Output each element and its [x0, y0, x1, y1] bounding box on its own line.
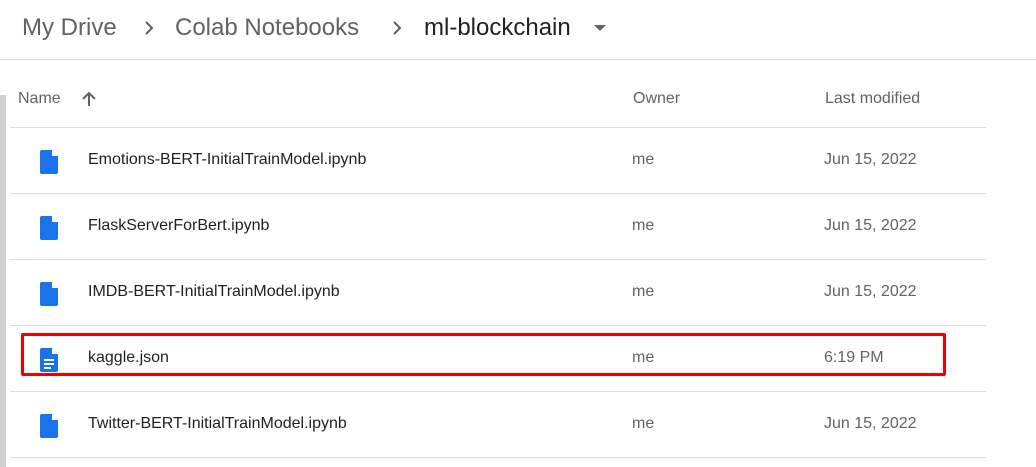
table-row[interactable]: Emotions-BERT-InitialTrainModel.ipynb me… [10, 128, 986, 194]
file-last-modified: Jun 15, 2022 [824, 217, 917, 234]
column-header-owner: Owner [633, 90, 681, 107]
table-row[interactable]: kaggle.json me 6:19 PM [10, 326, 986, 392]
file-last-modified: Jun 15, 2022 [824, 283, 917, 300]
table-row[interactable]: IMDB-BERT-InitialTrainModel.ipynb me Jun… [10, 260, 986, 326]
file-name: FlaskServerForBert.ipynb [88, 217, 270, 234]
drive-folder-view: My Drive Colab Notebooks ml-blockchain N… [0, 0, 1036, 467]
chevron-right-icon [145, 21, 154, 35]
table-row[interactable]: FlaskServerForBert.ipynb me Jun 15, 2022 [10, 194, 986, 260]
document-icon [40, 348, 58, 372]
breadcrumb-colab-notebooks[interactable]: Colab Notebooks [175, 13, 359, 43]
arrow-up-icon[interactable] [80, 90, 98, 108]
table-header: Name Owner Last modified [10, 68, 986, 128]
file-owner: me [632, 283, 655, 300]
file-owner: me [632, 151, 655, 168]
file-name: Emotions-BERT-InitialTrainModel.ipynb [88, 151, 367, 168]
file-owner: me [632, 415, 655, 432]
file-owner: me [632, 217, 655, 234]
file-name: Twitter-BERT-InitialTrainModel.ipynb [88, 415, 347, 432]
scrollbar[interactable] [0, 95, 6, 467]
file-owner: me [632, 349, 655, 366]
file-last-modified: Jun 15, 2022 [824, 151, 917, 168]
column-header-last-modified[interactable]: Last modified [825, 90, 920, 108]
chevron-right-icon [393, 21, 402, 35]
file-icon [40, 216, 58, 240]
breadcrumb-my-drive[interactable]: My Drive [22, 13, 117, 43]
file-name: IMDB-BERT-InitialTrainModel.ipynb [88, 283, 340, 300]
column-header-name[interactable]: Name [18, 90, 61, 108]
file-icon [40, 282, 58, 306]
file-name: kaggle.json [88, 349, 169, 366]
file-icon [40, 414, 58, 438]
file-last-modified: 6:19 PM [824, 349, 884, 366]
table-row[interactable]: Twitter-BERT-InitialTrainModel.ipynb me … [10, 392, 986, 458]
caret-down-icon[interactable] [590, 19, 610, 37]
file-last-modified: Jun 15, 2022 [824, 415, 917, 432]
breadcrumb-current-folder[interactable]: ml-blockchain [424, 13, 571, 43]
file-icon [40, 150, 58, 174]
breadcrumb: My Drive Colab Notebooks ml-blockchain [0, 0, 1036, 60]
file-list: Name Owner Last modified Emotions-BERT-I… [10, 68, 986, 458]
